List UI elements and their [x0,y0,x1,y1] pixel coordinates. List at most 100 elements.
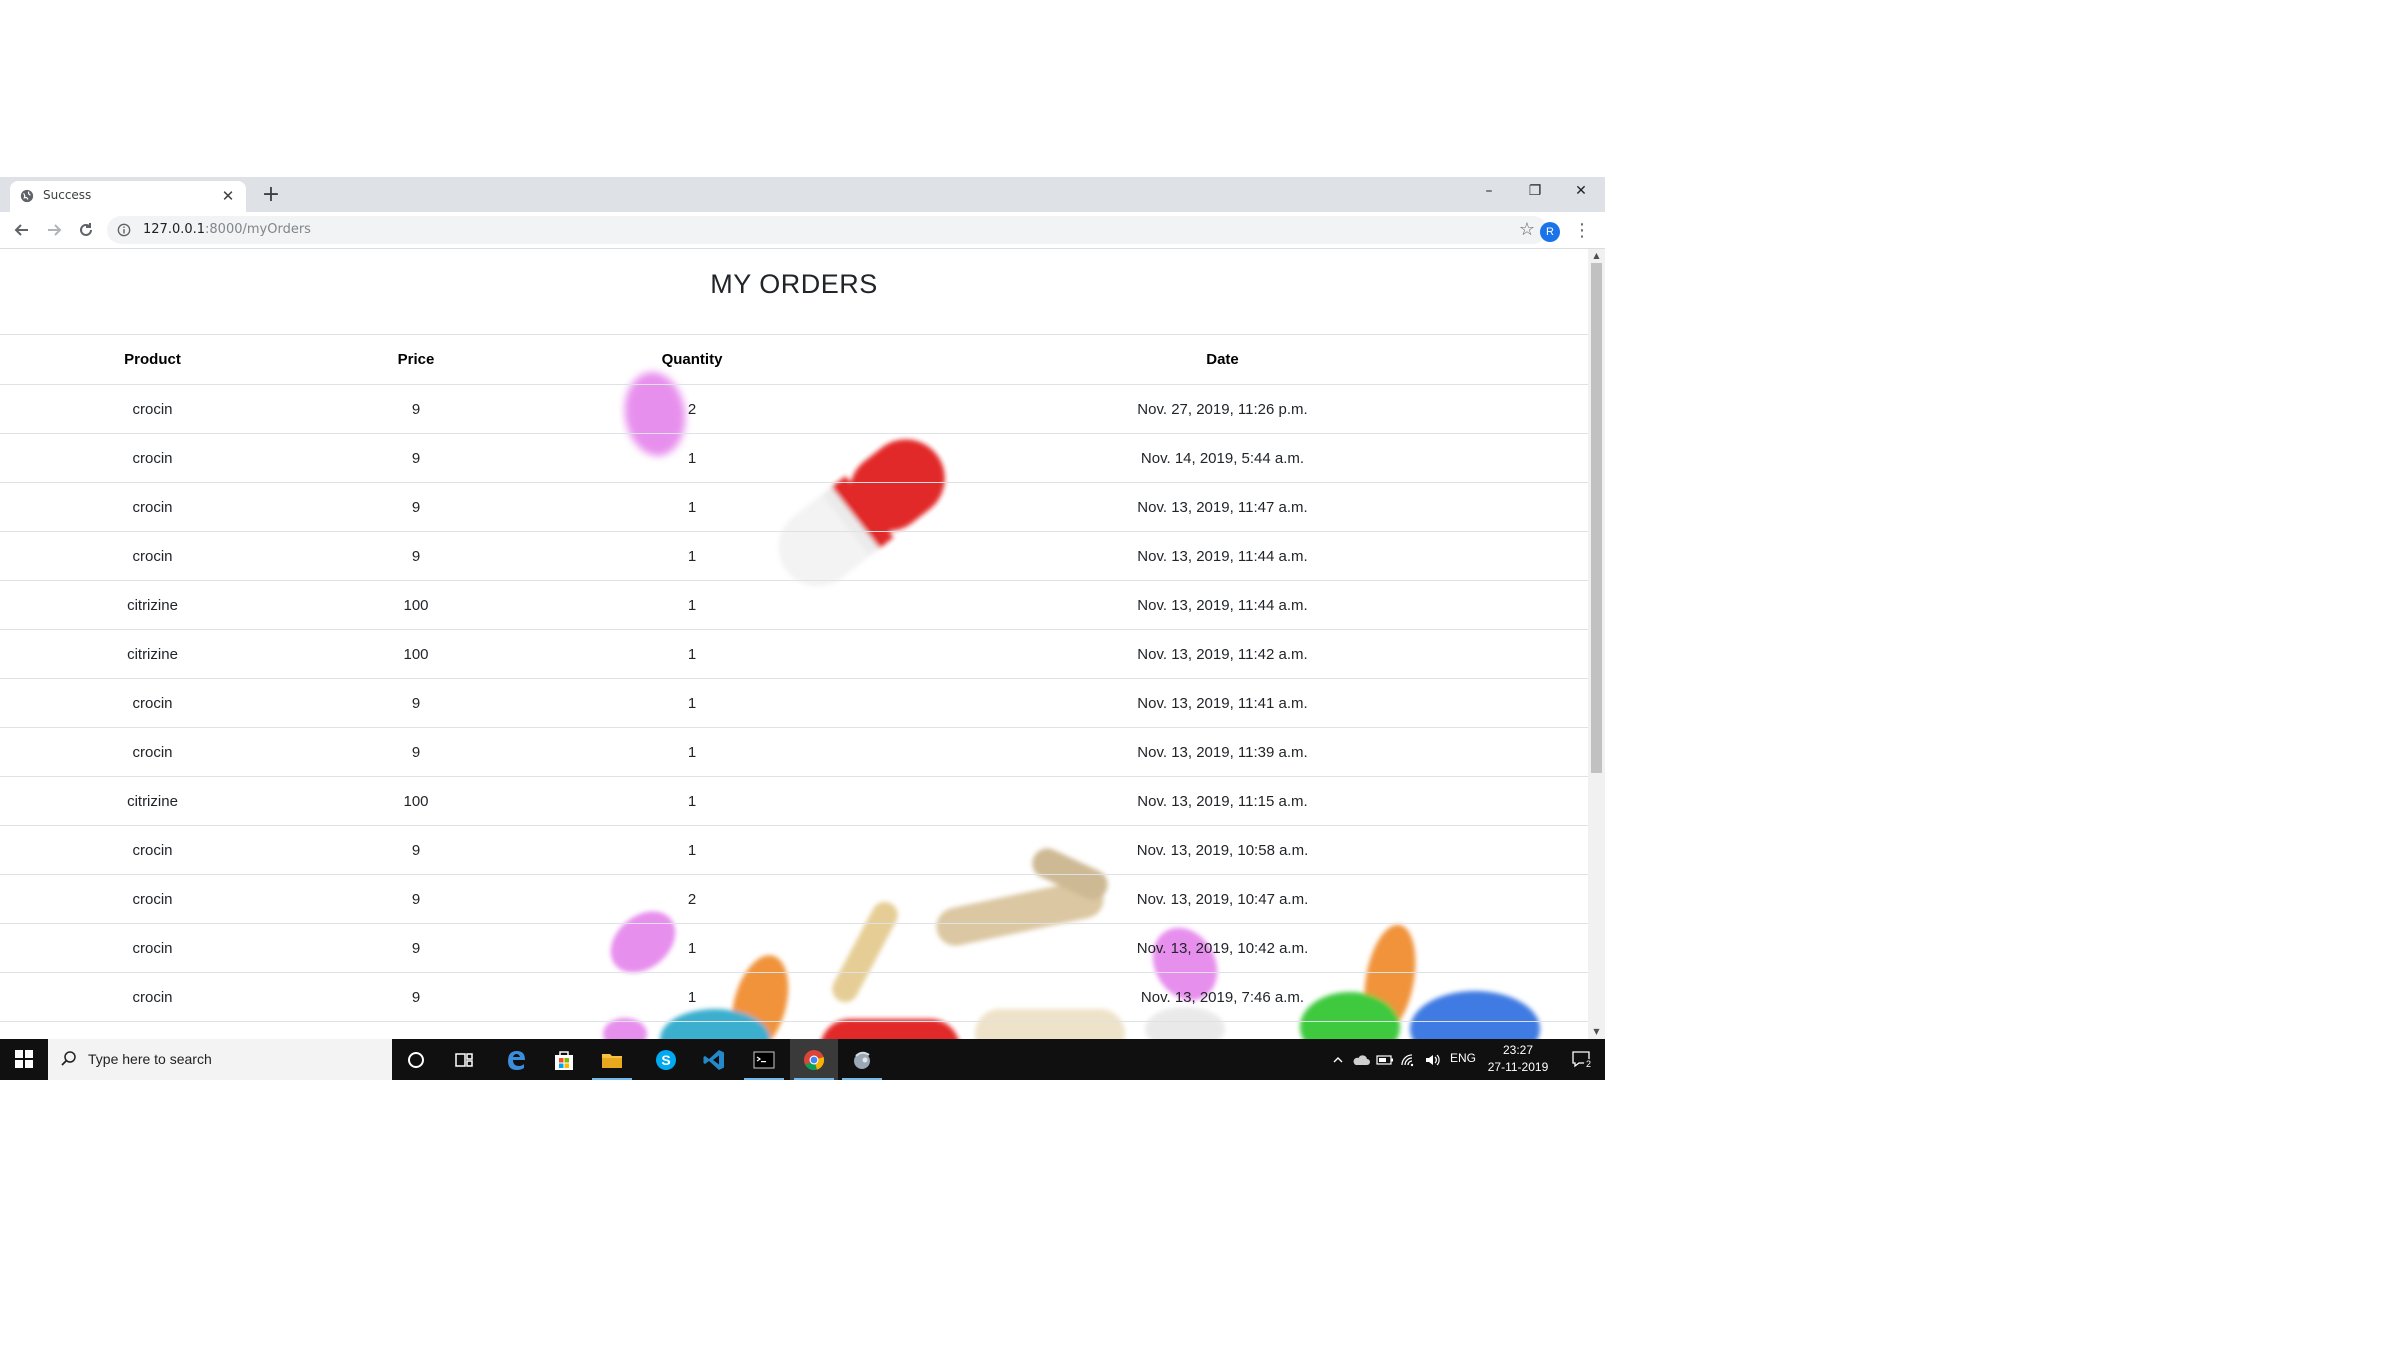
file-explorer-button[interactable] [588,1039,636,1080]
new-tab-button[interactable]: + [258,183,284,209]
table-row: crocin 9 1 Nov. 13, 2019, 7:46 a.m. [0,972,1588,1022]
start-button[interactable] [0,1039,48,1080]
product-cell: crocin [0,727,305,777]
product-cell: crocin [0,531,305,581]
column-header-date: Date [857,334,1588,385]
quantity-cell: 1 [527,923,857,973]
url-host: 127.0.0.1 [143,222,206,237]
product-cell: citrizine [0,580,305,630]
orders-table: Product Price Quantity Date crocin 9 2 Nov.… [0,334,1588,1022]
vscode-button[interactable] [690,1039,738,1080]
action-center-button[interactable]: 2 [1560,1039,1604,1080]
quantity-cell: 1 [527,825,857,875]
scroll-down-arrow-icon[interactable]: ▼ [1588,1025,1605,1039]
browser-toolbar: 127.0.0.1:8000/myOrders ☆ R ⋮ [0,212,1605,249]
back-button[interactable] [10,218,34,242]
date-cell: Nov. 14, 2019, 5:44 a.m. [857,433,1588,483]
store-button[interactable] [540,1039,588,1080]
price-cell: 100 [305,629,527,679]
price-cell: 9 [305,727,527,777]
quantity-cell: 1 [527,678,857,728]
date-cell: Nov. 13, 2019, 7:46 a.m. [857,972,1588,1022]
onedrive-icon[interactable] [1352,1053,1370,1067]
reload-button[interactable] [74,218,98,242]
price-cell: 100 [305,776,527,826]
terminal-icon [753,1051,775,1069]
forward-arrow-icon [48,224,62,236]
column-header-quantity: Quantity [527,334,857,385]
terminal-button[interactable] [740,1039,788,1080]
notification-count-badge: 2 [1584,1059,1594,1069]
price-cell: 9 [305,923,527,973]
bookmark-star-icon[interactable]: ☆ [1519,219,1535,240]
language-indicator[interactable]: ENG [1450,1051,1476,1080]
taskbar-search-input[interactable]: Type here to search [48,1039,392,1080]
clock[interactable]: 23:27 27-11-2019 [1478,1042,1558,1076]
date-cell: Nov. 13, 2019, 11:44 a.m. [857,531,1588,581]
product-cell: crocin [0,923,305,973]
price-cell: 9 [305,678,527,728]
info-icon [117,223,131,237]
address-bar[interactable]: 127.0.0.1:8000/myOrders ☆ [107,216,1547,244]
quantity-cell: 1 [527,727,857,777]
quantity-cell: 1 [527,972,857,1022]
product-cell: crocin [0,482,305,532]
page-title: MY ORDERS [710,269,878,299]
date-cell: Nov. 13, 2019, 11:42 a.m. [857,629,1588,679]
product-cell: crocin [0,384,305,434]
vertical-scrollbar[interactable]: ▲ ▼ [1588,249,1605,1039]
product-cell: crocin [0,972,305,1022]
price-cell: 9 [305,433,527,483]
close-window-button[interactable]: ✕ [1558,177,1604,207]
task-view-button[interactable] [440,1039,488,1080]
table-header-row: Product Price Quantity Date [0,334,1588,385]
edge-button[interactable] [492,1039,540,1080]
profile-avatar[interactable]: R [1540,222,1560,242]
price-cell: 9 [305,482,527,532]
file-explorer-icon [602,1054,622,1068]
tab-close-icon[interactable]: ✕ [218,186,238,206]
price-cell: 9 [305,384,527,434]
chevron-up-icon[interactable] [1332,1054,1344,1066]
table-row: crocin 9 2 Nov. 27, 2019, 11:26 p.m. [0,384,1588,434]
scroll-thumb[interactable] [1591,263,1602,773]
column-header-price: Price [305,334,527,385]
volume-icon[interactable] [1424,1053,1440,1067]
quantity-cell: 2 [527,384,857,434]
product-cell: citrizine [0,629,305,679]
table-row: crocin 9 2 Nov. 13, 2019, 10:47 a.m. [0,874,1588,924]
wifi-icon[interactable] [1400,1053,1416,1067]
battery-icon[interactable] [1376,1054,1394,1066]
quantity-cell: 2 [527,874,857,924]
menu-dots-icon[interactable]: ⋮ [1572,219,1592,243]
chrome-button[interactable] [790,1039,838,1080]
url-text[interactable]: 127.0.0.1:8000/myOrders [143,222,311,237]
date-cell: Nov. 13, 2019, 10:47 a.m. [857,874,1588,924]
product-cell: crocin [0,433,305,483]
scroll-up-arrow-icon[interactable]: ▲ [1588,249,1605,263]
table-row: crocin 9 1 Nov. 13, 2019, 11:39 a.m. [0,727,1588,777]
forward-button[interactable] [42,218,66,242]
price-cell: 9 [305,874,527,924]
restore-button[interactable]: ❐ [1512,177,1558,207]
date-cell: Nov. 13, 2019, 10:42 a.m. [857,923,1588,973]
app-button[interactable] [838,1039,886,1080]
page-viewport: MY ORDERS Product Price Quantity Date cr… [0,249,1605,1039]
cortana-button[interactable] [392,1039,440,1080]
windows-logo-icon [15,1050,33,1068]
date-cell: Nov. 27, 2019, 11:26 p.m. [857,384,1588,434]
clock-time: 23:27 [1502,1043,1534,1057]
quantity-cell: 1 [527,629,857,679]
date-cell: Nov. 13, 2019, 11:41 a.m. [857,678,1588,728]
quantity-cell: 1 [527,482,857,532]
back-arrow-icon [14,224,28,236]
reload-icon [80,223,92,236]
date-cell: Nov. 13, 2019, 11:44 a.m. [857,580,1588,630]
price-cell: 9 [305,825,527,875]
edge-icon [508,1051,525,1070]
tab-success[interactable]: Success ✕ [10,181,246,212]
minimize-button[interactable]: – [1466,177,1512,207]
date-cell: Nov. 13, 2019, 11:39 a.m. [857,727,1588,777]
product-cell: crocin [0,678,305,728]
skype-button[interactable]: S [642,1039,690,1080]
